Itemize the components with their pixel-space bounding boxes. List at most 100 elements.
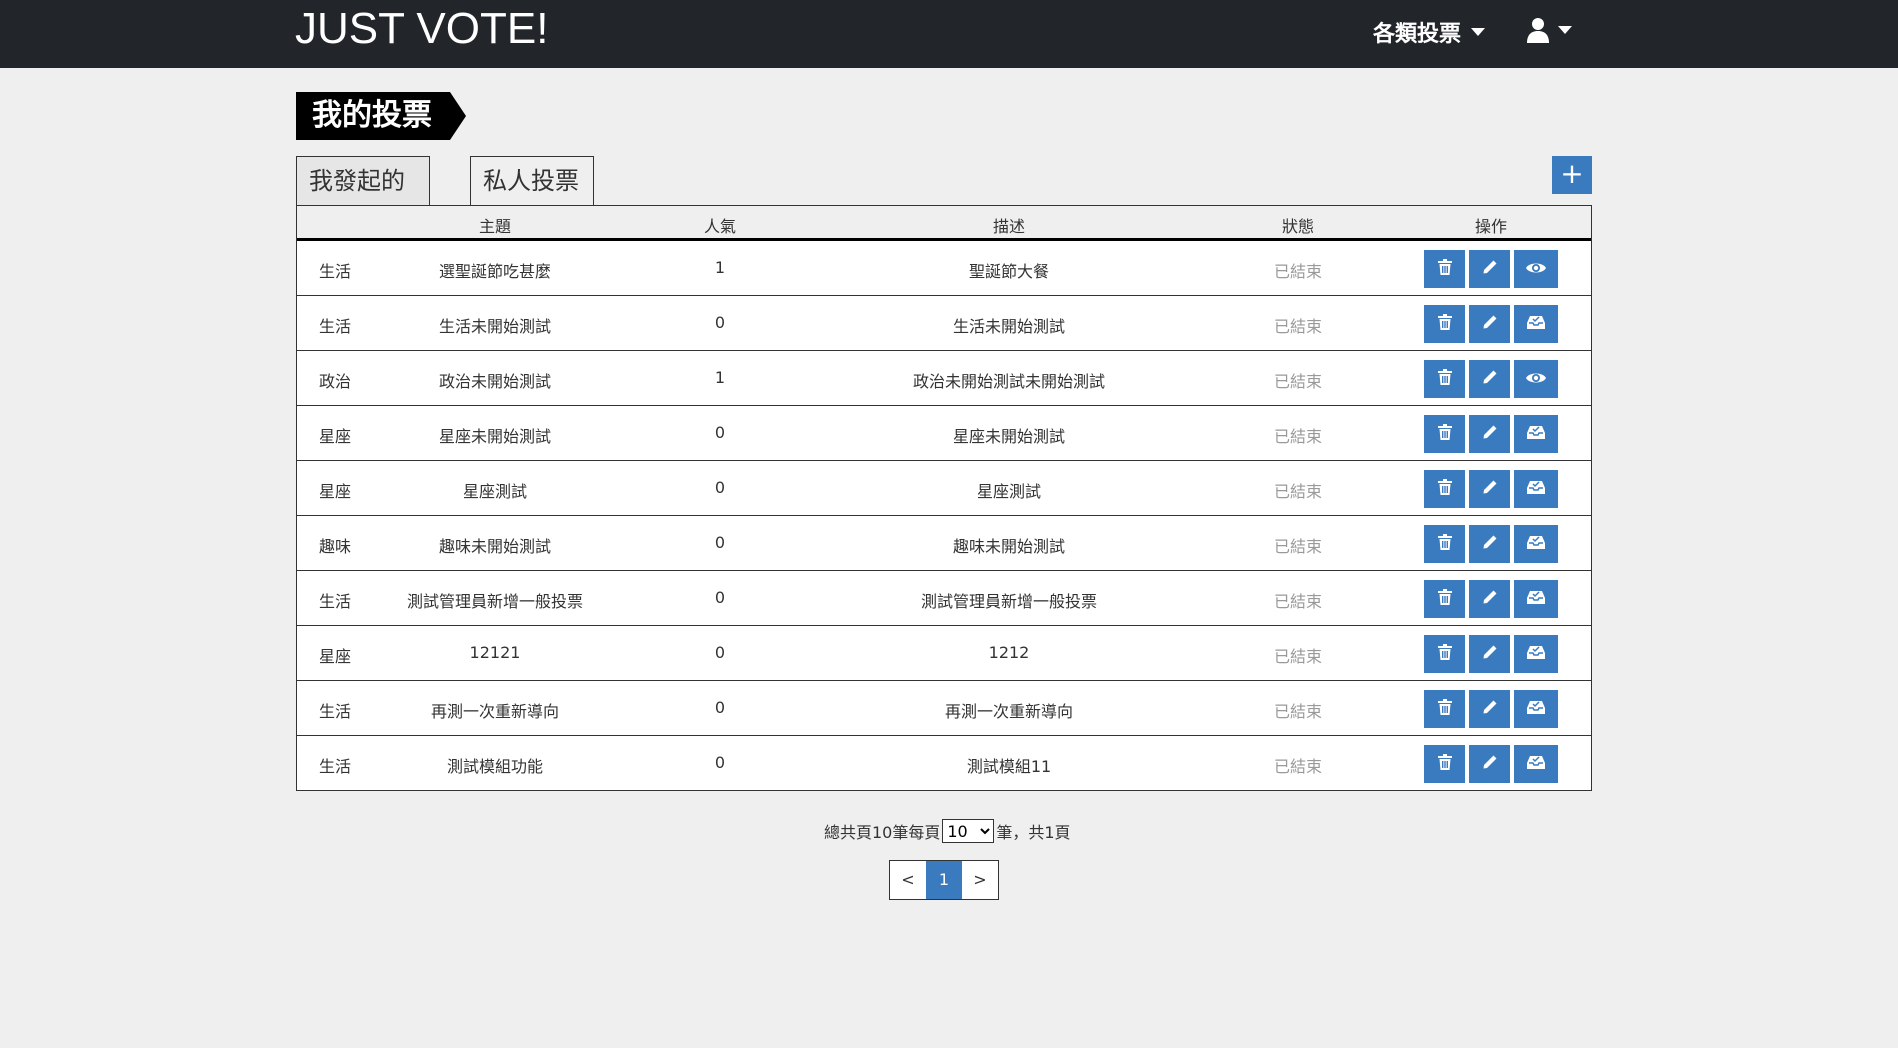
row-topic: 測試模組功能 [446,757,544,776]
header-actions: 操作 [1474,217,1508,236]
edit-button[interactable] [1469,470,1510,508]
user-icon [1527,18,1549,43]
delete-button[interactable] [1424,690,1465,728]
row-status: 已結束 [1273,757,1323,776]
delete-button[interactable] [1424,360,1465,398]
trash-icon [1437,424,1452,444]
inbox-icon [1526,699,1546,719]
row-status: 已結束 [1273,647,1323,666]
row-description: 星座未開始測試 [952,427,1066,446]
trash-icon [1437,314,1452,334]
trash-icon [1437,644,1452,664]
row-topic: 趣味未開始測試 [438,537,552,556]
delete-button[interactable] [1424,580,1465,618]
trash-icon [1437,589,1452,609]
results-inbox-button[interactable] [1514,580,1558,618]
results-inbox-button[interactable] [1514,415,1558,453]
edit-button[interactable] [1469,250,1510,288]
pencil-icon [1482,644,1498,664]
table-row: 生活 再測一次重新導向 0 再測一次重新導向 已結束 [297,681,1591,736]
row-popularity: 0 [714,478,726,497]
pencil-icon [1482,754,1498,774]
inbox-icon [1526,644,1546,664]
eye-icon [1526,370,1546,389]
row-description: 測試管理員新增一般投票 [920,592,1098,611]
pager-prefix: 總共頁10筆每頁 [824,823,941,842]
delete-button[interactable] [1424,470,1465,508]
table-row: 生活 選聖誕節吃甚麼 1 聖誕節大餐 已結束 [297,241,1591,296]
user-menu-dropdown[interactable] [1526,17,1572,43]
table-row: 趣味 趣味未開始測試 0 趣味未開始測試 已結束 [297,516,1591,571]
edit-button[interactable] [1469,305,1510,343]
edit-button[interactable] [1469,415,1510,453]
vote-categories-dropdown[interactable]: 各類投票 [1373,16,1486,48]
delete-button[interactable] [1424,525,1465,563]
edit-button[interactable] [1469,360,1510,398]
row-popularity: 1 [714,258,726,277]
row-description: 測試模組11 [966,757,1052,776]
results-inbox-button[interactable] [1514,635,1558,673]
row-actions [1424,470,1558,508]
header-popularity: 人氣 [703,217,737,236]
trash-icon [1437,534,1452,554]
next-page-button[interactable]: > [962,861,998,899]
delete-button[interactable] [1424,415,1465,453]
trash-icon [1437,699,1452,719]
row-description: 生活未開始測試 [952,317,1066,336]
per-page-select[interactable]: 10 [942,819,995,843]
row-popularity: 0 [714,423,726,442]
edit-button[interactable] [1469,525,1510,563]
results-inbox-button[interactable] [1514,470,1558,508]
row-category: 生活 [319,757,352,776]
prev-page-button[interactable]: < [890,861,926,899]
tab-my-votes[interactable]: 我發起的投票 [296,156,430,243]
row-topic: 星座未開始測試 [438,427,552,446]
delete-button[interactable] [1424,635,1465,673]
pager-suffix: 筆，共1頁 [996,823,1071,842]
view-results-button[interactable] [1514,360,1558,398]
brand-logo[interactable]: JUST VOTE! [295,4,548,54]
row-topic: 測試管理員新增一般投票 [406,592,584,611]
row-topic: 選聖誕節吃甚麼 [438,262,552,281]
inbox-icon [1526,534,1546,554]
row-description: 聖誕節大餐 [968,262,1050,281]
eye-icon [1526,260,1546,279]
table-row: 生活 生活未開始測試 0 生活未開始測試 已結束 [297,296,1591,351]
vote-categories-label: 各類投票 [1373,22,1462,47]
row-popularity: 0 [714,753,726,772]
inbox-icon [1526,754,1546,774]
row-popularity: 0 [714,643,726,662]
delete-button[interactable] [1424,250,1465,288]
row-status: 已結束 [1273,702,1323,721]
row-category: 生活 [319,317,352,336]
pencil-icon [1482,259,1498,279]
page-button-current[interactable]: 1 [926,861,962,899]
row-popularity: 0 [714,533,726,552]
row-description: 趣味未開始測試 [952,537,1066,556]
delete-button[interactable] [1424,745,1465,783]
edit-button[interactable] [1469,580,1510,618]
add-vote-button[interactable]: + [1552,156,1592,194]
table-row: 政治 政治未開始測試 1 政治未開始測試未開始測試 已結束 [297,351,1591,406]
page-title: 我的投票 [296,92,466,140]
trash-icon [1437,754,1452,774]
row-topic: 政治未開始測試 [438,372,552,391]
edit-button[interactable] [1469,745,1510,783]
inbox-icon [1526,424,1546,444]
results-inbox-button[interactable] [1514,525,1558,563]
edit-button[interactable] [1469,690,1510,728]
results-inbox-button[interactable] [1514,690,1558,728]
row-category: 星座 [319,427,352,446]
table-body: 生活 選聖誕節吃甚麼 1 聖誕節大餐 已結束 生活 生活未開始測試 0 生活未開始測試 已結束 政治… [297,241,1591,790]
view-results-button[interactable] [1514,250,1558,288]
tab-private-votes[interactable]: 私人投票 [470,156,594,205]
row-actions [1424,690,1558,728]
results-inbox-button[interactable] [1514,305,1558,343]
trash-icon [1437,259,1452,279]
row-topic: 再測一次重新導向 [430,702,560,721]
edit-button[interactable] [1469,635,1510,673]
row-category: 趣味 [319,537,352,556]
delete-button[interactable] [1424,305,1465,343]
results-inbox-button[interactable] [1514,745,1558,783]
chevron-down-icon [1471,28,1486,36]
